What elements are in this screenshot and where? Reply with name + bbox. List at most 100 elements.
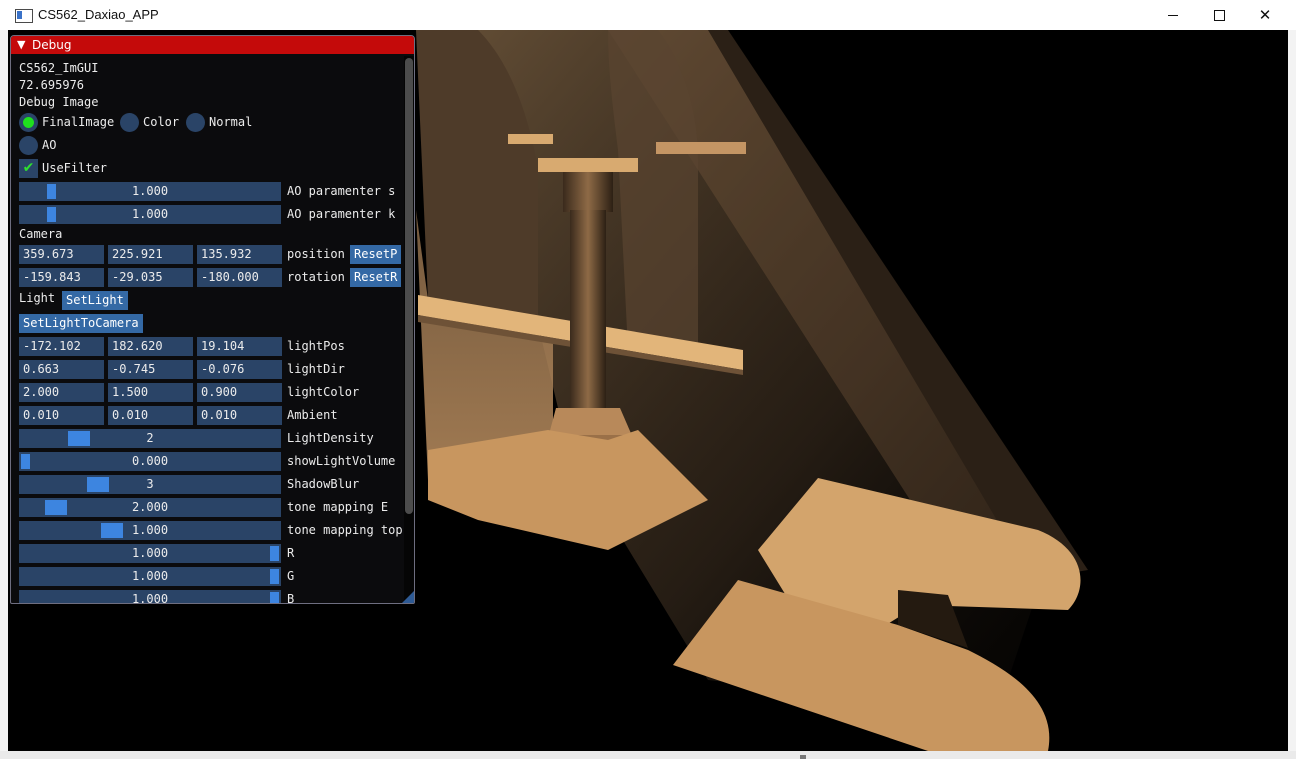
slider-grab[interactable] (21, 454, 30, 469)
param-slider[interactable]: 1.000 (19, 590, 281, 604)
param-slider-value: 1.000 (131, 546, 169, 560)
param-slider-label: ShadowBlur (287, 477, 360, 491)
lightcolor-r-field[interactable]: 2.000 (19, 383, 104, 402)
param-slider[interactable]: 3 (19, 475, 281, 494)
radio-button-icon[interactable] (120, 113, 139, 132)
window-titlebar[interactable]: CS562_Daxiao_APP ✕ (0, 0, 1296, 30)
set-light-button[interactable]: SetLight (62, 291, 128, 310)
param-slider-value: 1.000 (131, 569, 169, 583)
lightcolor-g-field[interactable]: 1.500 (108, 383, 193, 402)
lightdir-y-field[interactable]: -0.745 (108, 360, 193, 379)
ambient-label: Ambient (287, 408, 338, 422)
lightpos-y-field[interactable]: 182.620 (108, 337, 193, 356)
use-filter-label: UseFilter (42, 161, 108, 175)
position-y-field[interactable]: 225.921 (108, 245, 193, 264)
param-slider-label: R (287, 546, 295, 560)
param-slider-value: 3 (146, 477, 154, 491)
debug-image-label: Debug Image (19, 95, 99, 109)
lightcolor-label: lightColor (287, 385, 360, 399)
close-icon: ✕ (1258, 5, 1272, 24)
reset-position-button[interactable]: ResetP (350, 245, 402, 264)
ambient-g-field[interactable]: 0.010 (108, 406, 193, 425)
scrollbar-thumb[interactable] (405, 58, 413, 514)
param-slider-label: showLightVolume (287, 454, 396, 468)
ao-s-slider[interactable]: 1.000 (19, 182, 281, 201)
rotation-x-field[interactable]: -159.843 (19, 268, 104, 287)
radio-button-icon[interactable] (19, 113, 38, 132)
ao-k-slider[interactable]: 1.000 (19, 205, 281, 224)
collapse-triangle-icon[interactable]: ▼ (17, 38, 25, 51)
radio-finalimage-label: FinalImage (42, 115, 115, 129)
param-slider-value: 2 (146, 431, 154, 445)
lightdir-x-field[interactable]: 0.663 (19, 360, 104, 379)
light-header: Light (19, 291, 56, 305)
param-slider[interactable]: 0.000 (19, 452, 281, 471)
camera-header: Camera (19, 227, 63, 241)
panel-scrollbar[interactable] (404, 56, 414, 601)
slider-grab[interactable] (270, 569, 279, 584)
ao-s-label: AO paramenter s (287, 184, 396, 198)
slider-grab[interactable] (87, 477, 109, 492)
debug-panel-titlebar[interactable]: ▼ Debug (11, 36, 414, 54)
slider-grab[interactable] (47, 207, 56, 222)
rotation-label: rotation (287, 270, 345, 284)
resize-grip-icon[interactable] (402, 591, 414, 603)
param-slider[interactable]: 1.000 (19, 521, 281, 540)
lightdir-label: lightDir (287, 362, 345, 376)
app-icon (15, 9, 33, 23)
radio-color-label: Color (143, 115, 180, 129)
lightcolor-b-field[interactable]: 0.900 (197, 383, 282, 402)
ambient-b-field[interactable]: 0.010 (197, 406, 282, 425)
slider-grab[interactable] (270, 592, 279, 603)
param-slider-label: LightDensity (287, 431, 374, 445)
ao-s-value: 1.000 (131, 184, 169, 198)
param-slider-value: 1.000 (131, 592, 169, 604)
slider-grab[interactable] (45, 500, 67, 515)
param-slider-label: tone mapping top (287, 523, 403, 537)
position-label: position (287, 247, 345, 261)
param-slider-value: 1.000 (131, 523, 169, 537)
minimize-button[interactable] (1150, 0, 1196, 30)
lightpos-label: lightPos (287, 339, 345, 353)
param-slider-label: tone mapping E (287, 500, 389, 514)
debug-panel[interactable]: ▼ Debug CS562_ImGUI 72.695976 Debug Imag… (10, 35, 415, 604)
minimize-icon (1168, 14, 1178, 16)
lightdir-z-field[interactable]: -0.076 (197, 360, 282, 379)
window-title: CS562_Daxiao_APP (38, 7, 159, 22)
slider-grab[interactable] (101, 523, 123, 538)
position-z-field[interactable]: 135.932 (197, 245, 282, 264)
debug-panel-title: Debug (32, 38, 72, 52)
position-x-field[interactable]: 359.673 (19, 245, 104, 264)
radio-button-icon[interactable] (186, 113, 205, 132)
radio-button-icon[interactable] (19, 136, 38, 155)
rotation-z-field[interactable]: -180.000 (197, 268, 282, 287)
param-slider[interactable]: 2.000 (19, 498, 281, 517)
ambient-r-field[interactable]: 0.010 (19, 406, 104, 425)
param-slider[interactable]: 1.000 (19, 544, 281, 563)
set-light-to-camera-button[interactable]: SetLightToCamera (19, 314, 143, 333)
maximize-button[interactable] (1196, 0, 1242, 30)
lightpos-z-field[interactable]: 19.104 (197, 337, 282, 356)
radio-ao-label: AO (42, 138, 57, 152)
edge-marker (800, 755, 806, 759)
use-filter-checkbox[interactable]: ✔ (19, 159, 38, 178)
rotation-y-field[interactable]: -29.035 (108, 268, 193, 287)
slider-grab[interactable] (68, 431, 90, 446)
right-window-edge (1288, 30, 1296, 759)
param-slider[interactable]: 2 (19, 429, 281, 448)
bottom-window-edge (0, 751, 1296, 759)
maximize-icon (1213, 9, 1225, 21)
close-button[interactable]: ✕ (1242, 0, 1288, 30)
left-window-edge (0, 30, 8, 759)
param-slider-value: 2.000 (131, 500, 169, 514)
lightpos-x-field[interactable]: -172.102 (19, 337, 104, 356)
param-slider-label: G (287, 569, 295, 583)
param-slider[interactable]: 1.000 (19, 567, 281, 586)
slider-grab[interactable] (270, 546, 279, 561)
reset-rotation-button[interactable]: ResetR (350, 268, 402, 287)
param-slider-value: 0.000 (131, 454, 169, 468)
slider-grab[interactable] (47, 184, 56, 199)
ao-k-value: 1.000 (131, 207, 169, 221)
ao-k-label: AO paramenter k (287, 207, 396, 221)
radio-normal-label: Normal (209, 115, 253, 129)
